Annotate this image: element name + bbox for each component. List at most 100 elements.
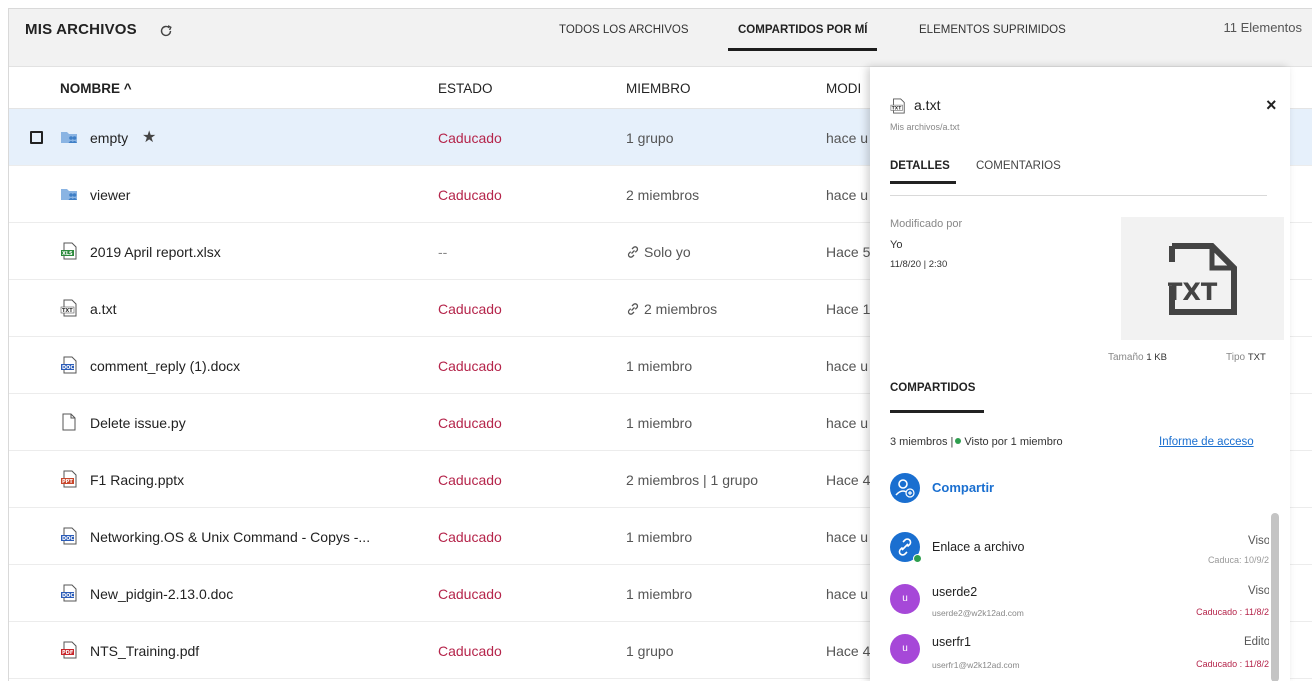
link-icon <box>627 246 639 258</box>
modified-text: hace u <box>826 529 869 545</box>
file-name[interactable]: 2019 April report.xlsx <box>90 244 221 260</box>
file-name[interactable]: Networking.OS & Unix Command - Copys -..… <box>90 529 370 545</box>
members-count: 3 miembros | <box>890 436 954 448</box>
row-checkbox[interactable] <box>30 131 43 144</box>
member-text: 1 grupo <box>626 643 674 659</box>
member-name: userfr1 <box>932 635 971 649</box>
details-panel: TXT a.txt Mis archivos/a.txt × DETALLES … <box>870 67 1290 681</box>
doc-file-icon: DOC <box>61 527 77 545</box>
member-text: 2 miembros | 1 grupo <box>626 472 759 488</box>
member-text: 1 miembro <box>626 415 693 431</box>
svg-text:DOC: DOC <box>62 365 74 371</box>
status-text: -- <box>438 244 448 260</box>
file-name[interactable]: comment_reply (1).docx <box>90 358 240 374</box>
file-name[interactable]: empty <box>90 130 128 146</box>
shares-title: COMPARTIDOS <box>890 382 976 394</box>
member-name: userde2 <box>932 585 978 599</box>
active-tab-indicator <box>890 181 956 184</box>
tab-shared-by-me[interactable]: COMPARTIDOS POR MÍ <box>738 24 867 36</box>
file-name[interactable]: viewer <box>90 187 130 203</box>
close-icon[interactable]: × <box>1266 95 1277 116</box>
status-text: Caducado <box>438 586 502 602</box>
status-text: Caducado <box>438 130 502 146</box>
column-header-status[interactable]: ESTADO <box>438 81 493 96</box>
svg-text:TXT: TXT <box>892 106 901 112</box>
svg-text:TXT: TXT <box>62 308 73 314</box>
seen-by-text: Visto por 1 miembro <box>964 436 1063 448</box>
file-name[interactable]: F1 Racing.pptx <box>90 472 184 488</box>
modified-text: hace u <box>826 586 869 602</box>
status-text: Caducado <box>438 358 502 374</box>
type-label: Tipo <box>1226 352 1246 363</box>
file-preview: TXT <box>1121 217 1284 340</box>
file-manager: MIS ARCHIVOS TODOS LOS ARCHIVOS COMPARTI… <box>8 8 1312 681</box>
item-count: 11 Elementos <box>1223 20 1302 35</box>
modified-text: Hace 4 <box>826 643 871 659</box>
txt-preview-icon: TXT <box>1168 243 1237 315</box>
scrollbar-thumb[interactable] <box>1271 513 1279 681</box>
modified-text: Hace 1 <box>826 301 871 317</box>
modified-text: Hace 4 <box>826 472 871 488</box>
status-text: Caducado <box>438 187 502 203</box>
file-name[interactable]: a.txt <box>90 301 116 317</box>
link-name: Enlace a archivo <box>932 540 1025 554</box>
file-name[interactable]: New_pidgin-2.13.0.doc <box>90 586 233 602</box>
type-info: Tipo TXT <box>1226 352 1266 363</box>
column-header-name[interactable]: NOMBRE ^ <box>60 81 132 96</box>
member-text: 2 miembros <box>626 187 700 203</box>
pdf-file-icon: PDF <box>61 641 77 659</box>
member-email: userfr1@w2k12ad.com <box>932 660 1020 670</box>
svg-text:XLS: XLS <box>62 251 73 257</box>
modified-by-value: Yo <box>890 239 903 251</box>
tab-details[interactable]: DETALLES <box>890 160 950 172</box>
file-name[interactable]: NTS_Training.pdf <box>90 643 199 659</box>
member-text: Solo yo <box>644 244 691 260</box>
refresh-icon[interactable] <box>159 24 173 38</box>
active-tab-indicator <box>728 48 877 51</box>
seen-dot-icon <box>955 438 962 444</box>
size-value: 1 KB <box>1146 352 1167 363</box>
member-text: 2 miembros <box>644 301 718 317</box>
add-share-icon[interactable] <box>890 473 920 503</box>
access-report-link[interactable]: Informe de acceso <box>1159 436 1254 448</box>
modified-text: hace u <box>826 358 869 374</box>
modified-text: hace u <box>826 415 869 431</box>
column-header-modified[interactable]: MODI <box>826 81 861 96</box>
share-button[interactable]: Compartir <box>932 480 994 495</box>
member-cell: Solo yo <box>626 244 691 260</box>
column-header-member[interactable]: MIEMBRO <box>626 81 691 96</box>
modified-by-label: Modificado por <box>890 218 963 230</box>
tab-deleted-items[interactable]: ELEMENTOS SUPRIMIDOS <box>919 24 1066 36</box>
xls-file-icon: XLS <box>61 242 77 260</box>
generic-file-icon <box>62 413 76 431</box>
status-text: Caducado <box>438 301 502 317</box>
shared-folder-icon <box>61 189 77 200</box>
member-cell: 2 miembros <box>626 301 717 317</box>
member-text: 1 miembro <box>626 586 693 602</box>
star-icon[interactable]: ★ <box>142 127 156 147</box>
file-name[interactable]: Delete issue.py <box>90 415 186 431</box>
tab-all-files[interactable]: TODOS LOS ARCHIVOS <box>559 24 689 36</box>
shared-folder-icon <box>61 132 77 143</box>
svg-text:DOC: DOC <box>62 593 74 599</box>
status-text: Caducado <box>438 643 502 659</box>
member-text: 1 grupo <box>626 130 674 146</box>
svg-text:DOC: DOC <box>62 536 74 542</box>
ppt-file-icon: PPT <box>61 470 77 488</box>
header-bar: MIS ARCHIVOS TODOS LOS ARCHIVOS COMPARTI… <box>9 9 1312 67</box>
size-info: Tamaño 1 KB <box>1108 352 1167 363</box>
avatar: u <box>890 634 920 664</box>
doc-file-icon: DOC <box>61 584 77 602</box>
txt-file-icon: TXT <box>890 98 905 114</box>
member-expiry: Caducado : 11/8/20 <box>1196 659 1274 669</box>
page-title: MIS ARCHIVOS <box>25 21 137 38</box>
svg-text:PPT: PPT <box>62 479 73 485</box>
member-text: 1 miembro <box>626 358 693 374</box>
share-stats: 3 miembros | Visto por 1 miembro <box>890 436 1063 448</box>
tab-comments[interactable]: COMENTARIOS <box>976 160 1061 172</box>
link-expiry: Caduca: 10/9/20 <box>1207 555 1274 565</box>
link-icon <box>627 303 639 315</box>
size-label: Tamaño <box>1108 352 1144 363</box>
status-text: Caducado <box>438 415 502 431</box>
panel-file-path: Mis archivos/a.txt <box>890 122 960 132</box>
